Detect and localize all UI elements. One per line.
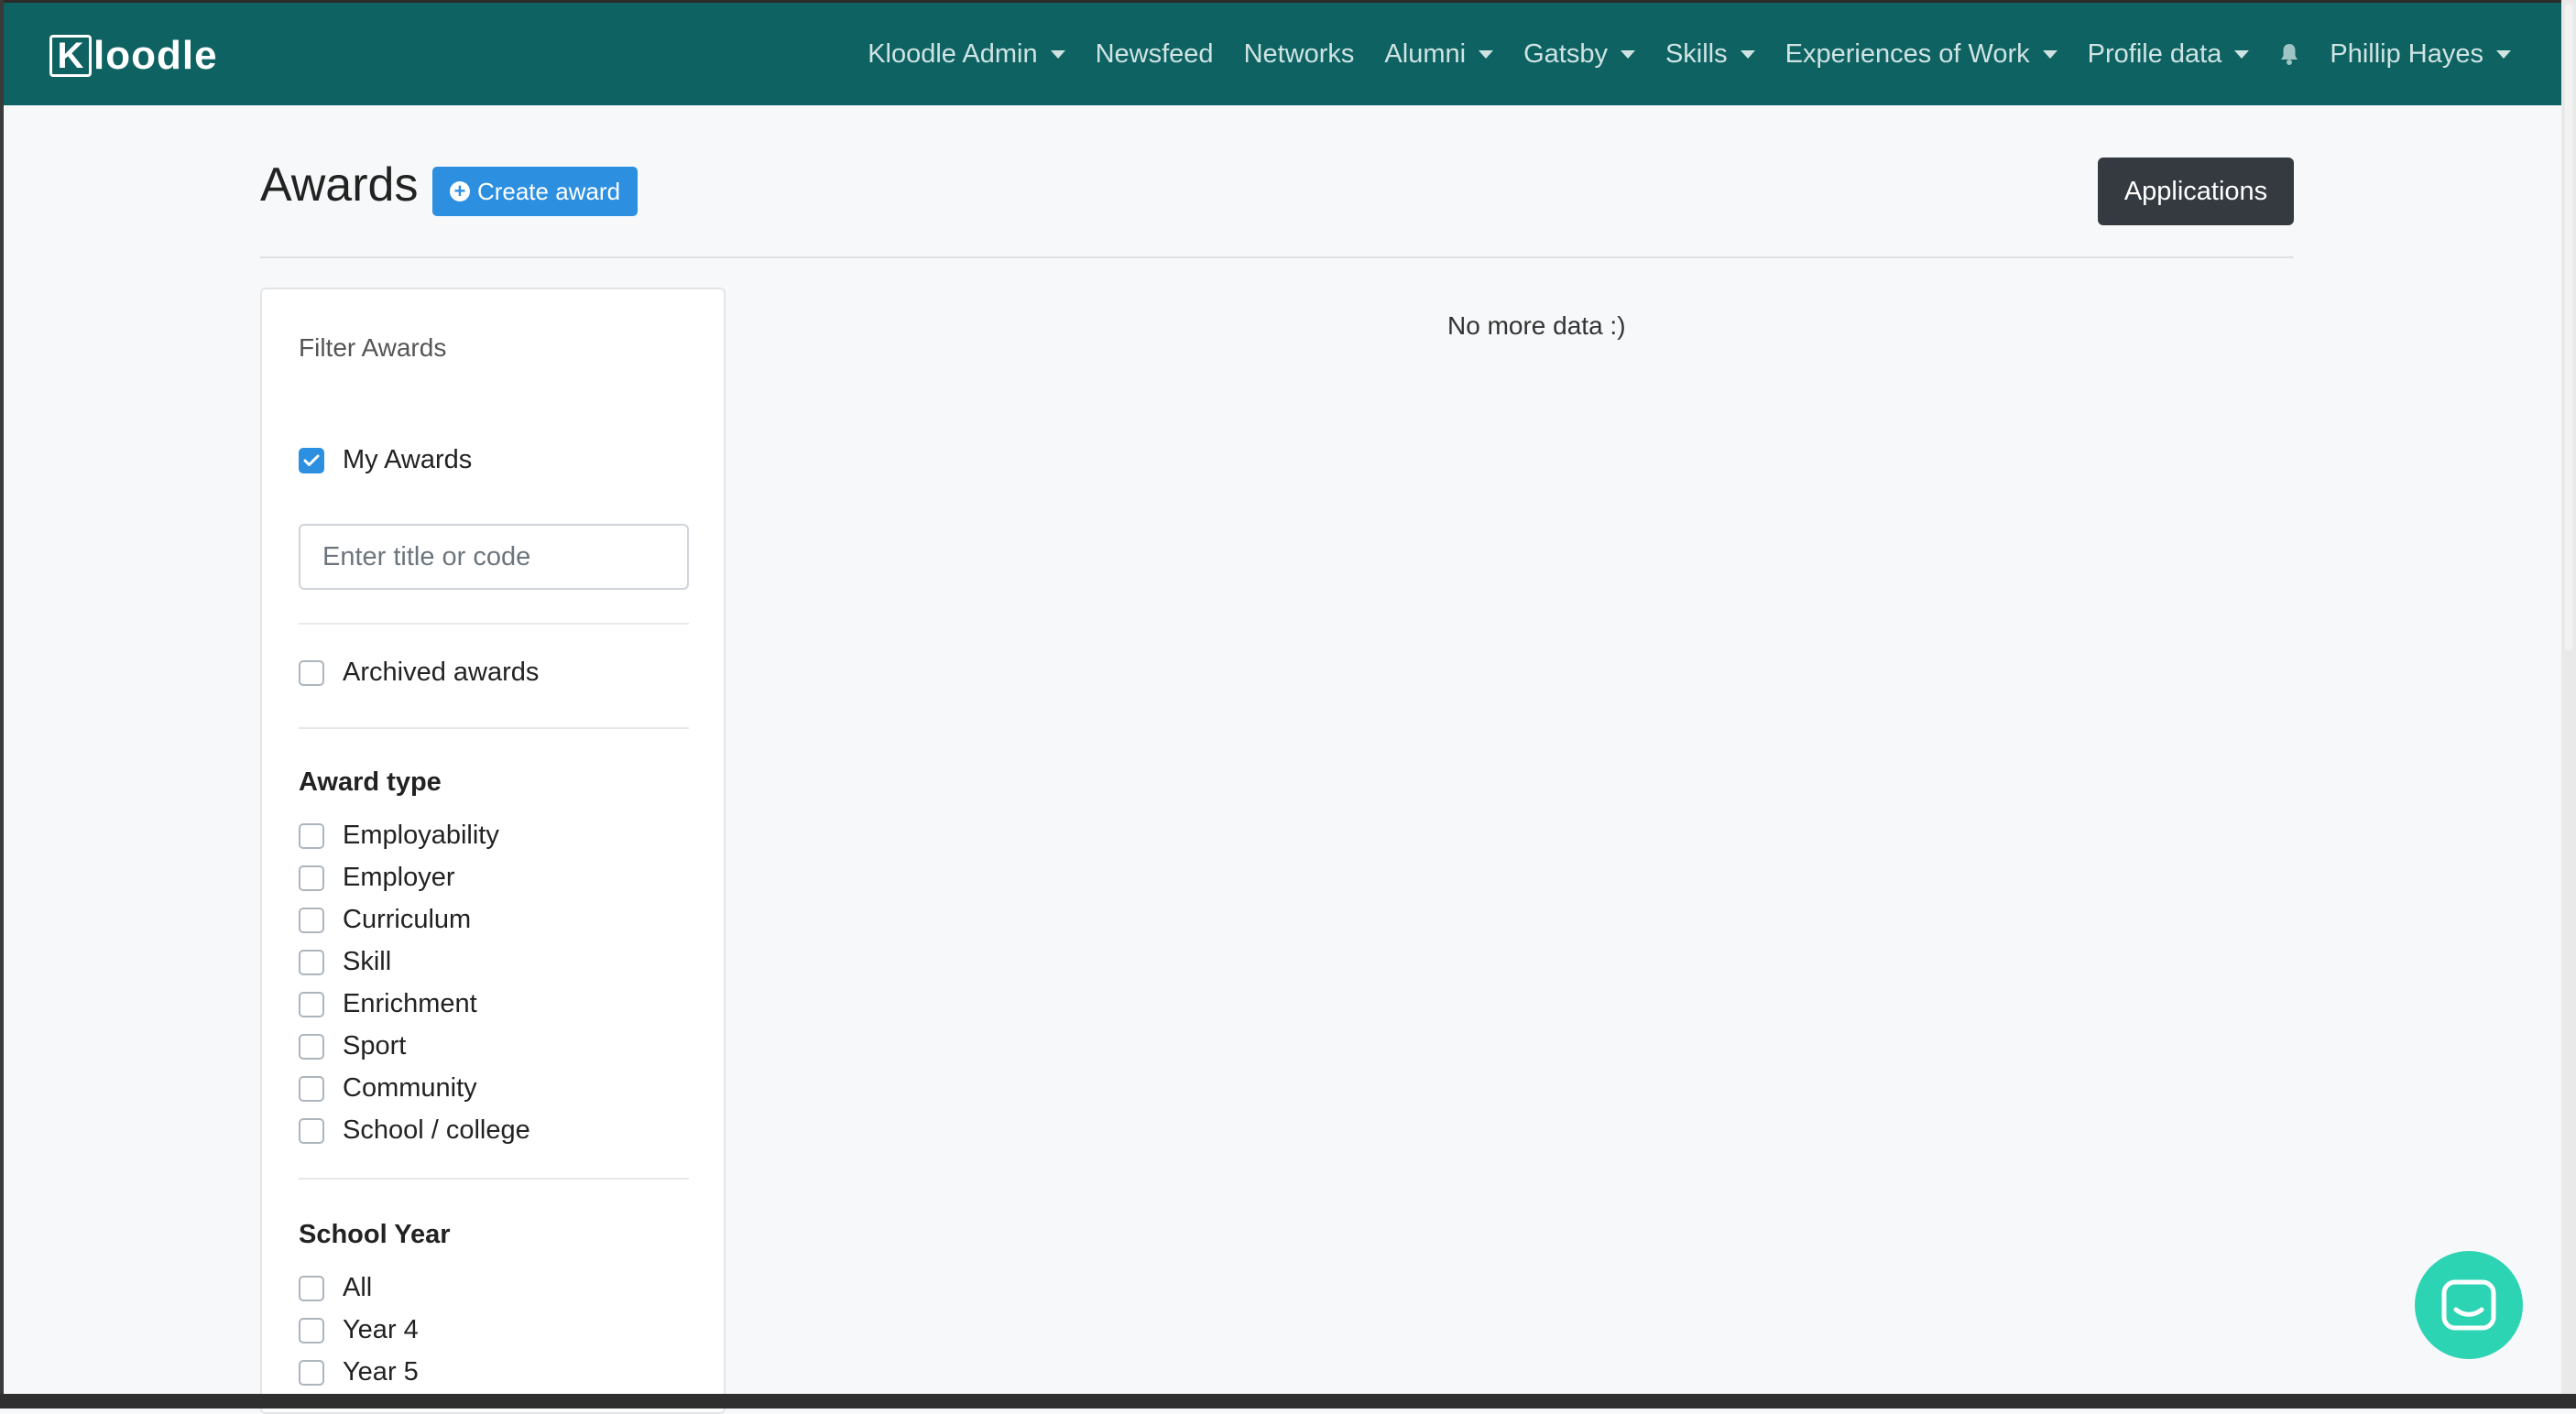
filter-panel: Filter Awards My Awards Archived awards … [260, 288, 726, 1414]
window-frame-bottom [0, 1394, 2576, 1409]
caret-down-icon [1050, 49, 1065, 59]
user-name: Phillip Hayes [2330, 38, 2483, 69]
school-year-option[interactable]: Year 4 [299, 1315, 419, 1345]
page-title: Awards [260, 158, 419, 212]
nav-item-alumni[interactable]: Alumni [1384, 38, 1494, 70]
scrollbar-thumb[interactable] [2565, 4, 2572, 650]
checkbox[interactable] [299, 659, 324, 686]
award-type-label: Employer [343, 863, 455, 892]
checkbox[interactable] [299, 1275, 324, 1301]
checkmark-icon [303, 454, 320, 466]
create-award-label: Create award [476, 177, 621, 205]
checkbox[interactable] [299, 1117, 324, 1144]
filter-divider [299, 623, 689, 625]
nav-item-profile-data[interactable]: Profile data [2088, 39, 2250, 70]
plus-circle-icon: + [449, 181, 470, 201]
checkbox[interactable] [299, 822, 324, 849]
nav-item-label: Kloodle Admin [868, 38, 1038, 69]
nav-item-networks[interactable]: Networks [1244, 39, 1355, 70]
checkbox[interactable] [299, 1075, 324, 1102]
filter-title: Filter Awards [299, 333, 447, 362]
nav-item-label: Profile data [2087, 38, 2222, 69]
nav-item-skills[interactable]: Skills [1665, 39, 1755, 70]
my-awards-checkbox[interactable]: My Awards [299, 445, 472, 475]
nav-item-label: Alumni [1384, 38, 1467, 69]
award-type-label: Skill [343, 947, 392, 976]
caret-down-icon [2234, 49, 2250, 59]
award-type-heading: Award type [299, 767, 442, 797]
header-divider [260, 256, 2294, 258]
award-type-option[interactable]: School / college [299, 1115, 530, 1146]
chat-launcher-button[interactable] [2415, 1251, 2523, 1359]
checkbox[interactable] [299, 1317, 324, 1343]
award-type-label: Employability [343, 821, 499, 850]
nav-item-gatsby[interactable]: Gatsby [1523, 39, 1635, 70]
chat-icon [2441, 1279, 2496, 1331]
award-type-label: Community [343, 1073, 477, 1103]
award-type-option[interactable]: Curriculum [299, 905, 471, 935]
checkbox[interactable] [299, 949, 324, 975]
nav-item-label: Skills [1665, 38, 1728, 69]
award-type-option[interactable]: Skill [299, 947, 391, 977]
school-year-option[interactable]: Year 5 [299, 1357, 419, 1387]
user-menu[interactable]: Phillip Hayes [2330, 39, 2511, 70]
archived-awards-checkbox[interactable]: Archived awards [299, 658, 539, 688]
filter-divider [299, 1178, 689, 1180]
award-type-option[interactable]: Sport [299, 1031, 406, 1061]
logo-k-mark: K [49, 35, 92, 77]
award-type-option[interactable]: Enrichment [299, 989, 477, 1019]
nav-item-experiences-of-work[interactable]: Experiences of Work [1785, 39, 2058, 70]
empty-state-message: No more data :) [1447, 311, 1626, 340]
window-frame-left [0, 0, 4, 1409]
kloodle-logo[interactable]: K loodle [49, 32, 218, 80]
caret-down-icon [1740, 49, 1755, 59]
caret-down-icon [1620, 49, 1635, 59]
caret-down-icon [2496, 49, 2511, 59]
award-type-option[interactable]: Community [299, 1073, 477, 1104]
bell-icon[interactable] [2279, 42, 2299, 66]
checkbox[interactable] [299, 1359, 324, 1386]
my-awards-label: My Awards [343, 445, 473, 474]
award-type-option[interactable]: Employer [299, 863, 455, 893]
nav-item-label: Newsfeed [1095, 38, 1214, 69]
checkbox[interactable] [299, 865, 324, 891]
school-year-option[interactable]: All [299, 1273, 372, 1303]
caret-down-icon [1479, 49, 1494, 59]
applications-button[interactable]: Applications [2098, 158, 2294, 225]
checkbox[interactable] [299, 1033, 324, 1060]
nav-item-label: Experiences of Work [1785, 38, 2030, 69]
title-code-search-input[interactable] [299, 524, 689, 590]
top-navbar: K loodle Kloodle Admin Newsfeed Networks… [4, 3, 2561, 105]
checkbox[interactable] [299, 991, 324, 1017]
filter-divider [299, 727, 689, 729]
award-type-label: School / college [343, 1115, 530, 1145]
logo-wordmark: loodle [93, 33, 218, 78]
checkbox-checked[interactable] [299, 447, 324, 473]
school-year-label: Year 4 [343, 1315, 419, 1344]
nav-menu: Kloodle Admin Newsfeed Networks Alumni G… [837, 3, 2511, 105]
school-year-label: Year 5 [343, 1357, 419, 1387]
nav-item-label: Gatsby [1523, 38, 1608, 69]
nav-item-newsfeed[interactable]: Newsfeed [1096, 39, 1214, 70]
caret-down-icon [2042, 49, 2058, 59]
award-type-label: Enrichment [343, 989, 477, 1018]
checkbox[interactable] [299, 907, 324, 933]
school-year-heading: School Year [299, 1220, 451, 1249]
nav-item-label: Networks [1243, 38, 1355, 69]
award-type-option[interactable]: Employability [299, 821, 499, 851]
award-type-label: Sport [343, 1031, 407, 1060]
create-award-button[interactable]: + Create award [432, 167, 638, 216]
nav-item-kloodle-admin[interactable]: Kloodle Admin [868, 38, 1065, 70]
archived-awards-label: Archived awards [343, 658, 540, 687]
award-type-label: Curriculum [343, 905, 472, 934]
school-year-label: All [343, 1273, 373, 1302]
